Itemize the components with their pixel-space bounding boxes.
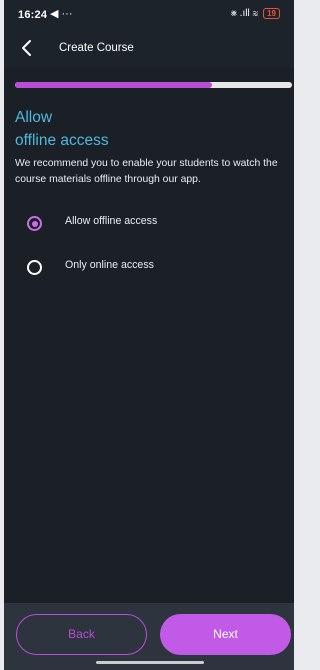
radio-button[interactable] <box>27 260 42 275</box>
home-indicator <box>96 661 204 664</box>
option-label: Only online access <box>65 259 154 271</box>
bottom-action-bar: Back Next <box>4 603 294 670</box>
progress-fill <box>15 82 212 88</box>
option-label: Allow offline access <box>65 215 158 227</box>
screen-edge-left <box>0 0 4 670</box>
battery-icon: 19 <box>263 8 280 19</box>
progress-bar <box>15 82 292 88</box>
screen-edge-right <box>294 0 299 670</box>
top-app-bar: Create Course <box>4 30 294 68</box>
status-right-icons: ⨳ .ıll ≋ 19 <box>231 8 280 19</box>
status-bar: 16:24 ◀ ··· ⨳ .ıll ≋ 19 <box>4 0 294 30</box>
option-allow-offline[interactable]: Allow offline access <box>15 211 285 235</box>
back-arrow-icon[interactable] <box>18 39 36 57</box>
signal-wifi-icon: ⨳ .ıll ≋ <box>230 8 259 19</box>
back-button[interactable]: Back <box>16 614 147 655</box>
section-heading: Allow offline access <box>15 106 285 152</box>
status-left-icons: ◀ ··· <box>50 8 73 20</box>
heading-line-2: offline access <box>15 132 109 149</box>
option-online-only[interactable]: Only online access <box>15 255 285 279</box>
heading-line-1: Allow <box>15 109 53 126</box>
page-title: Create Course <box>59 42 134 54</box>
description-text: We recommend you to enable your students… <box>15 158 278 185</box>
status-time: 16:24 <box>18 9 48 21</box>
radio-button[interactable] <box>27 216 42 231</box>
next-button[interactable]: Next <box>160 614 291 655</box>
main-content: Allow offline access We recommend you to… <box>4 68 294 670</box>
app-screen: 16:24 ◀ ··· ⨳ .ıll ≋ 19 Create Course Al… <box>0 0 299 670</box>
